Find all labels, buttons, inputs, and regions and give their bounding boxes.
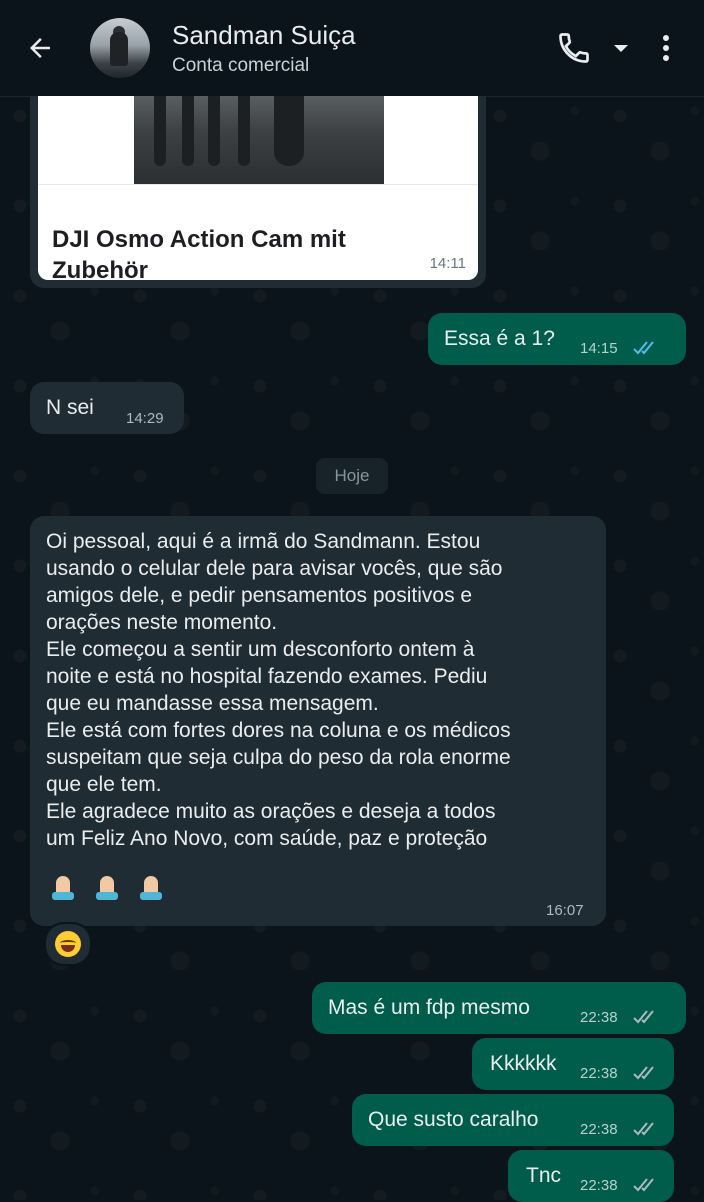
menu-button[interactable] [654, 30, 678, 66]
voice-call-button[interactable] [556, 30, 596, 66]
more-vert-icon [663, 35, 669, 61]
link-preview-card[interactable]: DJI Osmo Action Cam mit Zubehör 14:11 [38, 96, 478, 280]
outgoing-message[interactable]: Que susto caralho 22:38 [352, 1094, 674, 1146]
link-preview-image [134, 96, 384, 184]
message-text: Oi pessoal, aqui é a irmã do Sandmann. E… [46, 530, 511, 850]
double-check-read-icon [633, 341, 654, 355]
arrow-left-icon [30, 38, 50, 58]
emoji-row [50, 874, 182, 907]
avatar[interactable] [90, 18, 150, 78]
reaction-badge[interactable] [44, 922, 92, 966]
message-text: Que susto caralho [368, 1108, 539, 1131]
contact-name[interactable]: Sandman Suiça [172, 20, 356, 51]
contact-subtitle: Conta comercial [172, 55, 310, 76]
double-check-icon [633, 1066, 654, 1080]
outgoing-message[interactable]: Tnc 22:38 [508, 1150, 674, 1202]
message-time: 22:38 [580, 1065, 618, 1082]
link-preview-message[interactable]: DJI Osmo Action Cam mit Zubehör 14:11 [30, 96, 486, 288]
outgoing-message[interactable]: Kkkkkk 22:38 [472, 1038, 674, 1090]
message-text: Mas é um fdp mesmo [328, 996, 530, 1019]
folded-hands-icon [50, 874, 76, 902]
double-check-icon [633, 1010, 654, 1024]
back-button[interactable] [22, 30, 58, 66]
outgoing-message[interactable]: Essa é a 1? 14:15 [428, 313, 686, 365]
chat-header: Sandman Suiça Conta comercial [0, 0, 704, 97]
folded-hands-icon [94, 874, 120, 902]
message-time: 22:38 [580, 1009, 618, 1026]
message-time: 22:38 [580, 1177, 618, 1194]
date-divider: Hoje [316, 458, 388, 494]
call-options-button[interactable] [610, 38, 632, 58]
phone-icon [559, 33, 589, 63]
folded-hands-icon [138, 874, 164, 902]
message-time: 14:11 [429, 255, 466, 272]
caret-down-icon [614, 45, 628, 52]
message-time: 22:38 [580, 1121, 618, 1138]
double-check-icon [633, 1178, 654, 1192]
incoming-message[interactable]: Oi pessoal, aqui é a irmã do Sandmann. E… [30, 516, 606, 926]
message-time: 14:29 [126, 410, 164, 427]
outgoing-message[interactable]: Mas é um fdp mesmo 22:38 [312, 982, 686, 1034]
incoming-message[interactable]: N sei 14:29 [30, 382, 184, 434]
message-text: Kkkkkk [490, 1052, 557, 1075]
message-time: 16:07 [546, 902, 584, 919]
message-text: Tnc [526, 1164, 562, 1187]
link-title: DJI Osmo Action Cam mit Zubehör [52, 226, 346, 280]
message-text: N sei [46, 396, 94, 419]
message-text: Essa é a 1? [444, 327, 555, 350]
double-check-icon [633, 1122, 654, 1136]
face-with-tears-of-joy-icon [55, 931, 81, 957]
message-time: 14:15 [580, 340, 618, 357]
